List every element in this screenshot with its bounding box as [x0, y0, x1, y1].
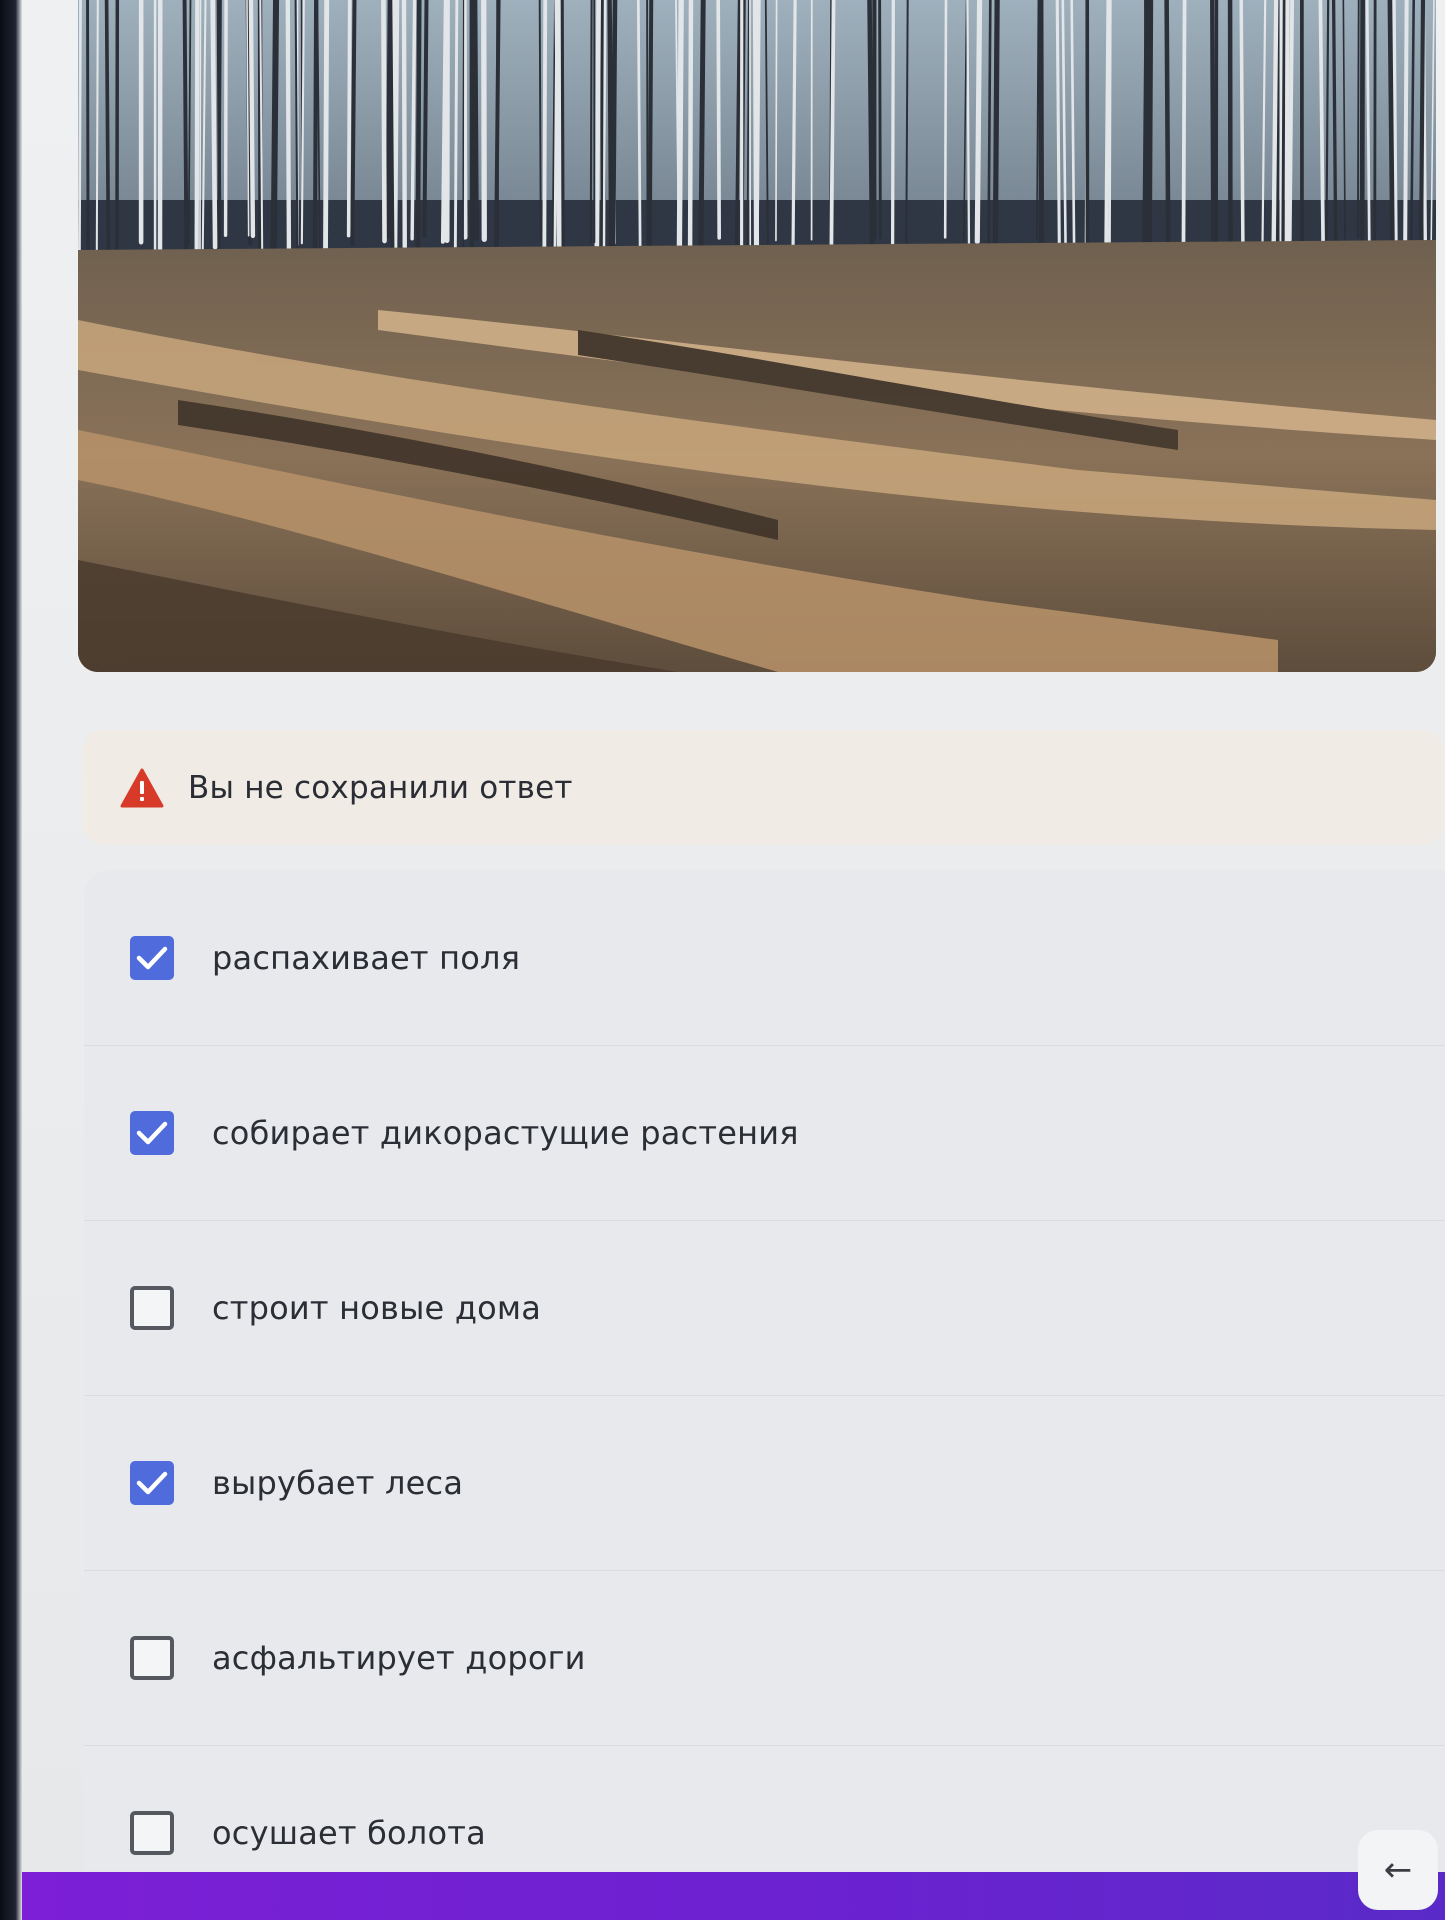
- option-row[interactable]: распахивает поля: [84, 870, 1445, 1046]
- option-label: осушает болота: [212, 1813, 486, 1852]
- option-row[interactable]: вырубает леса: [84, 1395, 1445, 1571]
- tree-trunk: [610, 0, 618, 248]
- tree-trunk: [1331, 0, 1338, 250]
- tree-trunk: [1356, 0, 1360, 239]
- tree-trunk: [687, 0, 694, 266]
- tree-trunk: [647, 0, 654, 251]
- tree-trunk: [1210, 0, 1216, 256]
- tree-trunk: [472, 0, 479, 241]
- tree-trunk: [104, 0, 111, 263]
- tree-trunk: [775, 0, 778, 242]
- tree-trunk: [1108, 0, 1112, 258]
- option-checkbox[interactable]: [130, 935, 174, 980]
- back-button[interactable]: ←: [1358, 1830, 1438, 1910]
- warning-text: Вы не сохранили ответ: [188, 769, 573, 806]
- tree-trunk: [1181, 0, 1187, 262]
- tree-trunk: [993, 0, 999, 245]
- option-row[interactable]: собирает дикорастущие растения: [84, 1045, 1445, 1221]
- option-label: асфальтирует дороги: [212, 1638, 586, 1677]
- tree-trunk: [461, 0, 468, 240]
- option-label: собирает дикорастущие растения: [212, 1113, 799, 1152]
- tree-trunk: [1387, 0, 1395, 245]
- tree-trunk: [453, 0, 459, 259]
- tree-trunk: [1147, 0, 1154, 255]
- checkmark-icon: [136, 946, 168, 969]
- tree-trunk: [594, 0, 601, 262]
- tree-trunk: [323, 0, 330, 259]
- tree-trunk: [1418, 0, 1426, 258]
- tree-trunk: [1287, 0, 1295, 242]
- tree-trunk: [78, 0, 82, 262]
- tree-trunk: [560, 0, 565, 263]
- tree-trunk: [698, 0, 706, 253]
- option-label: распахивает поля: [212, 938, 521, 977]
- tree-trunk: [388, 0, 395, 266]
- arrow-left-icon: ←: [1383, 1850, 1413, 1890]
- answer-options: распахивает поля собирает дикорастущие р…: [84, 870, 1445, 1870]
- option-row[interactable]: асфальтирует дороги: [84, 1570, 1445, 1746]
- tree-trunk: [829, 0, 836, 249]
- option-checkbox[interactable]: [130, 1810, 174, 1855]
- checkmark-icon: [136, 1121, 168, 1144]
- tree-trunk: [1359, 0, 1365, 240]
- tree-trunk: [602, 0, 607, 264]
- unsaved-warning: Вы не сохранили ответ: [82, 730, 1445, 845]
- question-image: [78, 0, 1436, 672]
- tree-trunk: [248, 0, 256, 239]
- tree-trunk: [754, 0, 761, 265]
- tree-trunk: [381, 0, 387, 244]
- tree-trunk: [1239, 0, 1245, 250]
- tree-trunk: [542, 0, 548, 263]
- option-checkbox[interactable]: [130, 1635, 174, 1680]
- tree-trunk: [481, 0, 487, 242]
- tree-trunk: [199, 0, 202, 257]
- tree-trunk: [636, 0, 642, 251]
- tree-trunk: [867, 0, 875, 265]
- tree-trunk: [494, 0, 501, 256]
- tree-trunk: [974, 0, 983, 244]
- option-checkbox[interactable]: [130, 1285, 174, 1330]
- tree-trunk: [194, 0, 198, 264]
- tree-trunk: [1038, 0, 1044, 259]
- option-checkbox[interactable]: [130, 1460, 174, 1505]
- tree-trunk: [1281, 0, 1286, 244]
- tree-trunk: [401, 0, 407, 250]
- tree-trunk: [538, 0, 542, 242]
- option-row[interactable]: строит новые дома: [84, 1220, 1445, 1396]
- option-label: вырубает леса: [212, 1463, 464, 1502]
- tree-trunk: [422, 0, 429, 238]
- warning-triangle-icon: [120, 768, 164, 808]
- checkmark-icon: [136, 1471, 168, 1494]
- tree-trunk: [216, 0, 222, 239]
- tree-trunk: [210, 0, 218, 250]
- tree-trunk: [1271, 0, 1279, 249]
- option-label: строит новые дома: [212, 1288, 542, 1327]
- tree-trunk: [943, 0, 948, 239]
- tree-trunk: [350, 0, 357, 247]
- tree-trunk: [1164, 0, 1171, 259]
- tree-trunk: [223, 0, 228, 237]
- tree-trunk: [312, 0, 319, 262]
- tree-trunk: [346, 0, 352, 238]
- tree-trunk: [86, 0, 90, 250]
- tree-trunk: [676, 0, 684, 251]
- tree-trunk: [182, 0, 189, 266]
- tree-trunk: [890, 0, 895, 253]
- screen-edge: [0, 0, 22, 1920]
- tree-trunk: [270, 0, 279, 263]
- tree-trunk: [716, 0, 722, 240]
- option-checkbox[interactable]: [130, 1110, 174, 1155]
- tree-trunk: [1284, 0, 1290, 260]
- tree-trunk: [95, 0, 99, 252]
- tree-trunk: [589, 0, 593, 244]
- tree-trunk: [878, 0, 882, 240]
- bottom-nav-bar: [22, 1872, 1445, 1920]
- tree-trunk: [1142, 0, 1150, 252]
- tree-trunk: [415, 0, 422, 256]
- tree-trunk: [285, 0, 292, 257]
- tree-trunk: [1104, 0, 1111, 244]
